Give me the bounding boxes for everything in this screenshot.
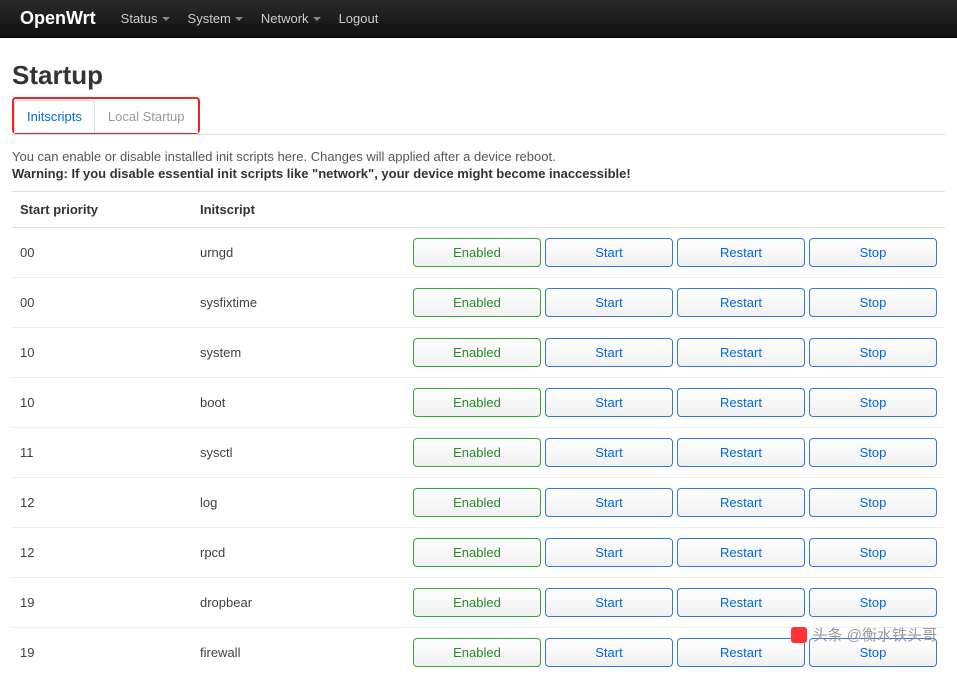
- content: Startup Initscripts Local Startup You ca…: [0, 38, 957, 689]
- enabled-button[interactable]: Enabled: [413, 288, 541, 317]
- cell-priority: 19: [12, 628, 192, 678]
- enabled-button[interactable]: Enabled: [413, 388, 541, 417]
- start-button[interactable]: Start: [545, 288, 673, 317]
- restart-button[interactable]: Restart: [677, 538, 805, 567]
- restart-button[interactable]: Restart: [677, 338, 805, 367]
- start-button[interactable]: Start: [545, 438, 673, 467]
- stop-button[interactable]: Stop: [809, 488, 937, 517]
- restart-button[interactable]: Restart: [677, 388, 805, 417]
- cell-priority: 00: [12, 278, 192, 328]
- initscripts-table: Start priority Initscript 00urngdEnabled…: [12, 191, 945, 677]
- tab-initscripts[interactable]: Initscripts: [14, 100, 95, 133]
- table-row: 19dropbearEnabledStartRestartStop: [12, 578, 945, 628]
- enabled-button[interactable]: Enabled: [413, 588, 541, 617]
- cell-script: sysctl: [192, 428, 392, 478]
- navbar: OpenWrt Status System Network Logout: [0, 0, 957, 38]
- navbar-brand[interactable]: OpenWrt: [20, 8, 96, 29]
- header-priority: Start priority: [12, 192, 192, 228]
- cell-actions: EnabledStartRestartStop: [392, 428, 945, 478]
- start-button[interactable]: Start: [545, 488, 673, 517]
- start-button[interactable]: Start: [545, 538, 673, 567]
- watermark-text: 头条 @衡水铁头哥: [813, 624, 937, 645]
- chevron-down-icon: [235, 17, 243, 21]
- chevron-down-icon: [313, 17, 321, 21]
- restart-button[interactable]: Restart: [677, 438, 805, 467]
- stop-button[interactable]: Stop: [809, 238, 937, 267]
- cell-priority: 11: [12, 428, 192, 478]
- tab-highlight-box: Initscripts Local Startup: [12, 97, 200, 134]
- start-button[interactable]: Start: [545, 338, 673, 367]
- header-script: Initscript: [192, 192, 392, 228]
- restart-button[interactable]: Restart: [677, 288, 805, 317]
- enabled-button[interactable]: Enabled: [413, 488, 541, 517]
- cell-priority: 19: [12, 578, 192, 628]
- nav-network[interactable]: Network: [261, 11, 321, 26]
- cell-actions: EnabledStartRestartStop: [392, 328, 945, 378]
- restart-button[interactable]: Restart: [677, 238, 805, 267]
- nav-status[interactable]: Status: [121, 11, 170, 26]
- start-button[interactable]: Start: [545, 388, 673, 417]
- stop-button[interactable]: Stop: [809, 388, 937, 417]
- stop-button[interactable]: Stop: [809, 588, 937, 617]
- table-row: 00urngdEnabledStartRestartStop: [12, 228, 945, 278]
- tab-local-startup[interactable]: Local Startup: [95, 100, 198, 133]
- enabled-button[interactable]: Enabled: [413, 338, 541, 367]
- cell-actions: EnabledStartRestartStop: [392, 528, 945, 578]
- cell-priority: 12: [12, 528, 192, 578]
- nav-system[interactable]: System: [188, 11, 243, 26]
- cell-actions: EnabledStartRestartStop: [392, 578, 945, 628]
- nav-logout[interactable]: Logout: [339, 11, 379, 26]
- start-button[interactable]: Start: [545, 238, 673, 267]
- cell-script: system: [192, 328, 392, 378]
- stop-button[interactable]: Stop: [809, 338, 937, 367]
- watermark: 头条 @衡水铁头哥: [791, 624, 937, 645]
- cell-script: rpcd: [192, 528, 392, 578]
- table-row: 12logEnabledStartRestartStop: [12, 478, 945, 528]
- cell-script: sysfixtime: [192, 278, 392, 328]
- cell-script: urngd: [192, 228, 392, 278]
- cell-script: boot: [192, 378, 392, 428]
- enabled-button[interactable]: Enabled: [413, 438, 541, 467]
- watermark-icon: [791, 627, 807, 643]
- page-title: Startup: [12, 60, 945, 91]
- table-row: 10bootEnabledStartRestartStop: [12, 378, 945, 428]
- description-text: You can enable or disable installed init…: [12, 149, 945, 164]
- restart-button[interactable]: Restart: [677, 588, 805, 617]
- cell-actions: EnabledStartRestartStop: [392, 378, 945, 428]
- stop-button[interactable]: Stop: [809, 438, 937, 467]
- cell-priority: 10: [12, 328, 192, 378]
- tabs: Initscripts Local Startup: [12, 97, 945, 135]
- stop-button[interactable]: Stop: [809, 538, 937, 567]
- chevron-down-icon: [162, 17, 170, 21]
- warning-text: Warning: If you disable essential init s…: [12, 166, 945, 181]
- cell-actions: EnabledStartRestartStop: [392, 278, 945, 328]
- enabled-button[interactable]: Enabled: [413, 238, 541, 267]
- table-row: 10systemEnabledStartRestartStop: [12, 328, 945, 378]
- cell-actions: EnabledStartRestartStop: [392, 228, 945, 278]
- stop-button[interactable]: Stop: [809, 288, 937, 317]
- table-row: 12rpcdEnabledStartRestartStop: [12, 528, 945, 578]
- enabled-button[interactable]: Enabled: [413, 538, 541, 567]
- cell-priority: 12: [12, 478, 192, 528]
- start-button[interactable]: Start: [545, 588, 673, 617]
- cell-actions: EnabledStartRestartStop: [392, 478, 945, 528]
- cell-script: dropbear: [192, 578, 392, 628]
- table-row: 00sysfixtimeEnabledStartRestartStop: [12, 278, 945, 328]
- table-row: 11sysctlEnabledStartRestartStop: [12, 428, 945, 478]
- cell-script: firewall: [192, 628, 392, 678]
- cell-script: log: [192, 478, 392, 528]
- cell-priority: 10: [12, 378, 192, 428]
- cell-priority: 00: [12, 228, 192, 278]
- restart-button[interactable]: Restart: [677, 488, 805, 517]
- header-actions: [392, 192, 945, 228]
